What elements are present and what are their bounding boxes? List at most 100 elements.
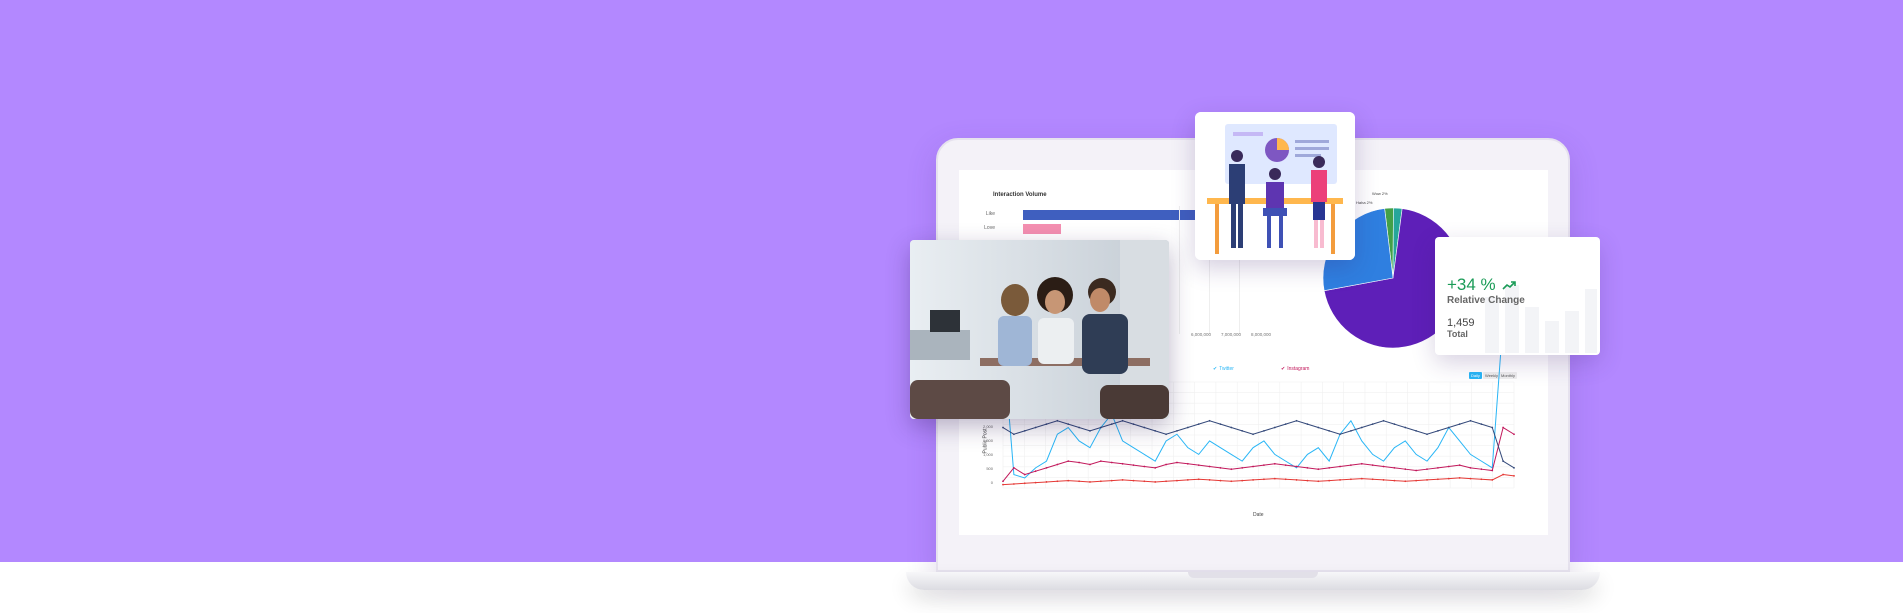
series-point (1208, 479, 1211, 481)
series-point (1306, 466, 1309, 469)
relative-change-value: +34 % (1447, 275, 1516, 295)
series-point (1284, 423, 1287, 426)
series-point (1143, 480, 1146, 483)
series-point (1176, 461, 1178, 464)
series-point (1023, 482, 1026, 485)
team-meeting-photo (910, 240, 1169, 419)
series-point (1284, 478, 1287, 481)
series-point (1339, 433, 1341, 436)
series-point (1382, 419, 1385, 422)
series-point (1393, 466, 1396, 469)
series-point (1415, 469, 1418, 472)
series-point (1339, 465, 1341, 468)
y-tick: 500 (986, 466, 993, 471)
series-point (1089, 429, 1091, 432)
series-point (1371, 464, 1374, 467)
series-point (1404, 426, 1407, 429)
y-tick: 1,500 (982, 438, 993, 443)
series-point (1067, 460, 1070, 463)
series-point (1317, 426, 1320, 429)
series-point (1099, 426, 1102, 429)
series-point (1371, 423, 1374, 426)
series-point (1436, 478, 1439, 481)
series-point (1371, 478, 1374, 481)
x-axis-title: Date (1253, 512, 1264, 518)
series-point (1110, 461, 1113, 464)
series-point (1045, 423, 1048, 426)
series-point (1426, 433, 1428, 436)
series-point (1263, 478, 1265, 481)
series-point (1491, 479, 1494, 481)
series-point (1480, 468, 1483, 471)
series-point (1045, 481, 1048, 483)
series-point (1491, 469, 1494, 472)
series-point (1154, 481, 1157, 483)
series-point (1513, 466, 1515, 469)
series-point (1426, 479, 1428, 481)
series-point (1252, 465, 1254, 468)
series-point (1458, 423, 1461, 426)
series-point (1360, 426, 1363, 429)
series-point (1143, 465, 1146, 468)
series-point (1436, 429, 1439, 432)
series-point (1360, 477, 1363, 480)
series-point (1382, 479, 1385, 481)
trending-up-icon (1502, 281, 1516, 290)
series-point (1012, 466, 1015, 469)
series-point (1252, 433, 1254, 436)
total-value: 1,459 (1447, 317, 1475, 329)
series-point (1219, 479, 1222, 482)
series-point (1447, 426, 1450, 429)
laptop-notch (1188, 572, 1318, 578)
series-point (1078, 480, 1081, 483)
series-point (1034, 470, 1037, 473)
series-point (1382, 465, 1385, 468)
series-point (1110, 479, 1113, 482)
series-point (1067, 479, 1070, 482)
series-point (1165, 463, 1167, 466)
series-point (1284, 464, 1287, 467)
series-point (1078, 426, 1081, 429)
series-point (1480, 423, 1483, 426)
team-dashboard-illustration (1195, 112, 1355, 260)
series-point (1099, 480, 1102, 483)
series-point (1469, 466, 1472, 469)
series-point (1056, 480, 1059, 483)
series-point (1404, 480, 1407, 483)
series-point (1186, 479, 1189, 481)
series-point (1491, 426, 1494, 429)
series-point (1002, 480, 1004, 483)
series-point (1350, 464, 1352, 467)
series-point (1447, 465, 1450, 468)
series-point (1012, 483, 1015, 485)
series-point (1295, 419, 1298, 422)
series-point (1295, 479, 1298, 481)
series-point (1241, 466, 1244, 469)
series-point (1263, 429, 1265, 432)
series-point (1165, 480, 1167, 483)
series-point (1241, 479, 1244, 482)
series-point (1089, 463, 1091, 466)
series-point (1317, 468, 1320, 471)
series-point (1328, 466, 1331, 469)
y-tick: 0 (990, 480, 993, 485)
series-point (1023, 473, 1026, 476)
y-tick: 2,000 (982, 424, 993, 429)
series-point (1143, 426, 1146, 429)
series-point (1197, 464, 1200, 467)
series-point (1502, 473, 1505, 476)
series-point (1186, 426, 1189, 429)
series-point (1273, 477, 1276, 480)
series-point (1132, 423, 1135, 426)
series-point (1306, 423, 1309, 426)
series-point (1426, 468, 1428, 471)
series-point (1002, 426, 1004, 429)
series-point (1002, 483, 1004, 486)
series-point (1393, 479, 1396, 482)
series-point (1273, 462, 1276, 465)
series-point (1230, 426, 1233, 429)
series-point (1154, 466, 1157, 469)
series-point (1012, 433, 1015, 436)
series-point (1197, 478, 1200, 481)
series-point (1099, 460, 1102, 463)
